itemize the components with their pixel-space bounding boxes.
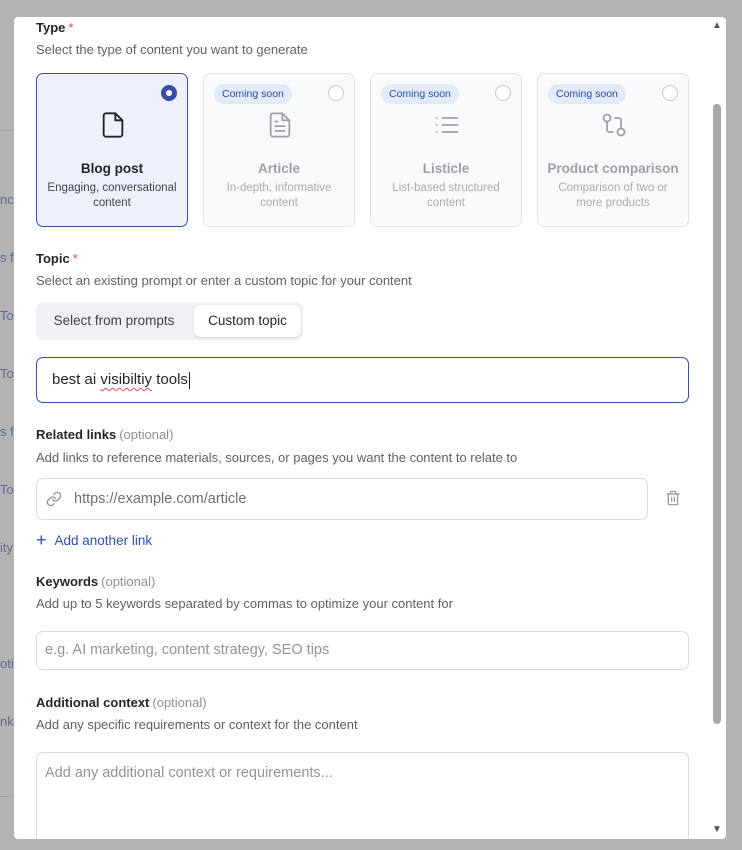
additional-context-label: Additional context (optional) (36, 695, 207, 710)
optional-tag: (optional) (101, 574, 156, 589)
text-caret (188, 371, 190, 389)
type-option-title: Product comparison (547, 161, 679, 176)
additional-context-help: Add any specific requirements or context… (36, 717, 358, 732)
additional-context-textarea[interactable]: Add any additional context or requiremen… (36, 752, 689, 839)
type-option-product-comparison[interactable]: Coming soon Product comparison Compariso… (537, 73, 689, 227)
misspelled-word: visibiltiy (100, 371, 153, 388)
related-links-label: Related links (optional) (36, 427, 173, 442)
required-mark: * (68, 20, 74, 35)
plus-icon: + (36, 530, 47, 550)
topic-label: Topic * (36, 251, 78, 266)
scroll-down-arrow-icon[interactable]: ▼ (712, 825, 722, 835)
type-option-title: Blog post (80, 161, 144, 176)
coming-soon-badge: Coming soon (548, 84, 626, 104)
modal-scrollbar[interactable]: ▲ ▼ (712, 17, 722, 839)
related-link-placeholder: https://example.com/article (74, 491, 247, 507)
file-text-icon (269, 112, 291, 138)
type-option-desc: In-depth, informative content (226, 182, 332, 209)
topic-input-text: tools (152, 371, 188, 388)
type-radio-blog-post[interactable] (161, 85, 177, 101)
required-mark: * (72, 251, 78, 266)
file-icon (102, 112, 124, 138)
coming-soon-badge: Coming soon (214, 84, 292, 104)
topic-help: Select an existing prompt or enter a cus… (36, 273, 412, 288)
keywords-input[interactable]: e.g. AI marketing, content strategy, SEO… (36, 631, 689, 670)
additional-context-placeholder: Add any additional context or requiremen… (45, 765, 333, 781)
optional-tag: (optional) (119, 427, 174, 442)
topic-label-text: Topic (36, 251, 70, 266)
keywords-placeholder: e.g. AI marketing, content strategy, SEO… (45, 642, 330, 658)
type-label-text: Type (36, 20, 66, 35)
type-option-article[interactable]: Coming soon Article In-depth, informativ… (203, 73, 355, 227)
keywords-help: Add up to 5 keywords separated by commas… (36, 596, 453, 611)
git-compare-icon (602, 113, 626, 137)
trash-icon[interactable] (665, 489, 681, 507)
type-label: Type * (36, 20, 73, 35)
type-radio-listicle[interactable] (495, 85, 511, 101)
scrollbar-thumb[interactable] (713, 104, 721, 724)
type-help: Select the type of content you want to g… (36, 42, 308, 57)
scroll-up-arrow-icon[interactable]: ▲ (712, 21, 722, 31)
type-option-title: Listicle (422, 161, 470, 176)
topic-mode-toggle: Select from prompts Custom topic (36, 302, 303, 340)
type-option-blog-post[interactable]: Blog post Engaging, conversational conte… (36, 73, 188, 227)
additional-context-label-text: Additional context (36, 695, 150, 710)
type-option-desc: Engaging, conversational content (47, 182, 177, 209)
topic-input-text: best ai (52, 371, 101, 388)
type-option-desc: Comparison of two or more products (558, 182, 668, 209)
add-link-label: Add another link (54, 532, 153, 548)
coming-soon-badge: Coming soon (381, 84, 459, 104)
add-another-link-button[interactable]: + Add another link (36, 531, 152, 549)
custom-topic-input[interactable]: best ai visibiltiy tools (36, 357, 689, 403)
tab-select-from-prompts[interactable]: Select from prompts (44, 306, 184, 336)
tab-custom-topic[interactable]: Custom topic (194, 305, 301, 337)
type-radio-article[interactable] (328, 85, 344, 101)
optional-tag: (optional) (152, 695, 207, 710)
related-links-label-text: Related links (36, 427, 117, 442)
list-icon (435, 117, 459, 133)
link-icon (46, 491, 62, 507)
keywords-label: Keywords (optional) (36, 574, 155, 589)
related-links-help: Add links to reference materials, source… (36, 450, 518, 465)
keywords-label-text: Keywords (36, 574, 99, 589)
type-option-desc: List-based structured content (392, 182, 500, 209)
related-link-input[interactable]: https://example.com/article (36, 478, 648, 520)
type-radio-product-comparison[interactable] (662, 85, 678, 101)
type-option-listicle[interactable]: Coming soon Listicle List-based structur… (370, 73, 522, 227)
type-option-title: Article (257, 161, 301, 176)
generate-content-modal: Type * Select the type of content you wan… (14, 17, 726, 839)
